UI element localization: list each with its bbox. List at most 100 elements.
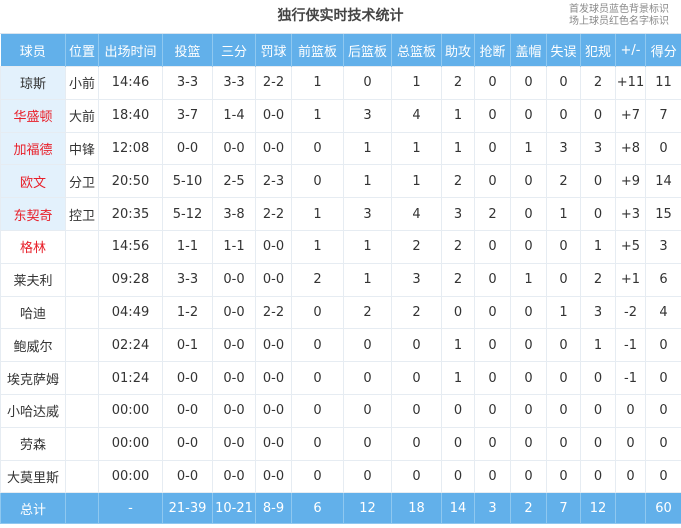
stat-cell: 1 [391,131,442,166]
stat-cell [65,361,99,395]
stat-cell: 0 [291,459,344,494]
stat-cell: +5 [615,229,646,264]
stat-cell: 1 [343,164,392,199]
player-name-link[interactable]: 华盛顿 [0,98,66,133]
stat-cell: 0 [510,361,547,395]
column-header: 盖帽 [510,34,547,67]
player-name-link[interactable]: 格林 [0,229,66,264]
stat-cell: 0 [580,361,616,395]
stat-cell: 0-0 [212,262,256,297]
stat-cell: -2 [615,295,646,330]
player-row: 鲍威尔 02:24 0-1 0-0 0-0 0 0 0 1 0 0 0 1 -1 0 [0,328,681,363]
player-name-link[interactable]: 琼斯 [0,66,66,100]
stat-cell: 3 [441,197,475,231]
stat-cell: 0 [441,295,475,330]
stat-cell: 分卫 [65,164,99,199]
on-floor-note: 场上球员红色名字标识 [569,16,669,27]
total-cell: 8-9 [255,492,292,525]
stat-cell: 0 [291,164,344,199]
player-name-link[interactable]: 小哈达威 [0,393,66,428]
stat-cell: 1 [580,328,616,363]
stat-cell: 5-12 [162,197,213,231]
stat-cell [65,295,99,330]
stat-cell: 18:40 [98,98,163,133]
player-row: 劳森 00:00 0-0 0-0 0-0 0 0 0 0 0 0 0 0 0 0 [0,426,681,461]
stat-cell: 0 [510,295,547,330]
stat-cell: 0 [580,393,616,428]
stat-cell: 0 [510,426,547,461]
column-header: +/- [615,34,646,67]
player-name-link[interactable]: 东契奇 [0,197,66,231]
stat-cell: 0-0 [255,229,292,264]
stat-cell: 0 [474,393,511,428]
stat-cell: 00:00 [98,459,163,494]
stat-cell: 3-3 [162,66,213,100]
stat-cell [65,328,99,363]
stat-cell: 0 [645,426,681,461]
stat-cell: 1 [510,131,547,166]
stat-cell: 控卫 [65,197,99,231]
player-row: 琼斯 小前 14:46 3-3 3-3 2-2 1 0 1 2 0 0 0 2 +11 11 [0,66,681,100]
stat-cell: 1 [441,361,475,395]
stat-cell: 3-3 [162,262,213,297]
player-name-link[interactable]: 鲍威尔 [0,328,66,363]
stat-cell: 0-0 [255,426,292,461]
stat-cell: 1 [546,197,581,231]
column-header: 得分 [645,34,681,67]
stat-cell: 0 [580,426,616,461]
stat-cell: 0 [343,459,392,494]
total-cell [615,492,646,525]
stat-cell: 4 [645,295,681,330]
stat-cell: 2 [546,164,581,199]
stat-cell: 2 [441,164,475,199]
stat-cell: 0 [441,393,475,428]
stat-cell: 7 [645,98,681,133]
stat-cell: +9 [615,164,646,199]
stat-cell: 0 [546,328,581,363]
player-name-link[interactable]: 埃克萨姆 [0,361,66,395]
stat-cell: 0-0 [212,361,256,395]
total-cell: 3 [474,492,511,525]
stat-cell: 0-0 [162,459,213,494]
stat-cell: 1 [580,229,616,264]
stat-cell: 0-0 [162,393,213,428]
player-name-link[interactable]: 哈迪 [0,295,66,330]
stat-cell: 15 [645,197,681,231]
stat-cell: 0 [474,295,511,330]
stat-cell: 14 [645,164,681,199]
player-row: 埃克萨姆 01:24 0-0 0-0 0-0 0 0 0 1 0 0 0 0 -1 0 [0,361,681,395]
player-name-link[interactable]: 劳森 [0,426,66,461]
player-name-link[interactable]: 加福德 [0,131,66,166]
stat-cell: 0 [291,295,344,330]
stat-cell: 0-0 [162,361,213,395]
stat-cell: 20:35 [98,197,163,231]
stat-cell: 0 [580,164,616,199]
stat-cell: 1 [510,262,547,297]
stat-cell: 02:24 [98,328,163,363]
column-header: 投篮 [162,34,213,67]
player-name-link[interactable]: 大莫里斯 [0,459,66,494]
stat-cell: 1-2 [162,295,213,330]
stat-cell: 14:56 [98,229,163,264]
stat-cell: 0 [510,98,547,133]
stat-cell: 0 [343,328,392,363]
stat-cell: 2 [441,66,475,100]
stat-cell: 1 [391,66,442,100]
player-name-link[interactable]: 欧文 [0,164,66,199]
stat-cell: 1 [546,295,581,330]
stat-cell: 0 [441,459,475,494]
stat-cell: -1 [615,361,646,395]
stat-cell: 0-0 [162,131,213,166]
stat-cell: 3 [343,197,392,231]
stat-cell: 0 [580,197,616,231]
stat-cell [65,426,99,461]
stat-cell: 0 [546,262,581,297]
player-name-link[interactable]: 莱夫利 [0,262,66,297]
stat-cell: 0 [510,197,547,231]
stat-cell: 0 [474,66,511,100]
stat-cell: 0 [343,66,392,100]
stat-cell: 0 [474,361,511,395]
stat-cell: 2 [441,262,475,297]
stat-cell: 3 [343,98,392,133]
stat-cell: 3 [645,229,681,264]
